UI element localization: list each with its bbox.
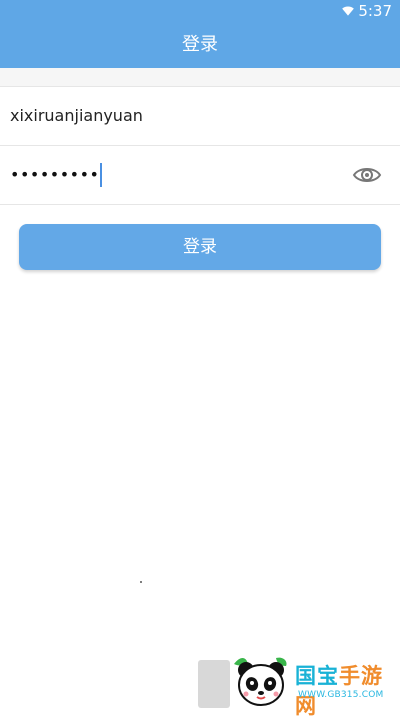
decorative-dot bbox=[140, 581, 142, 583]
watermark: 国宝手游网 WWW.GB315.COM bbox=[198, 654, 400, 718]
panda-logo-icon bbox=[234, 657, 287, 706]
app-bar: 登录 bbox=[0, 22, 400, 68]
top-divider bbox=[0, 68, 400, 87]
watermark-site: WWW.GB315.COM bbox=[298, 690, 384, 700]
page-title: 登录 bbox=[182, 34, 218, 55]
password-field[interactable]: ••••••••• bbox=[0, 146, 400, 205]
wifi-icon bbox=[342, 6, 354, 16]
status-bar: 5:37 bbox=[0, 0, 400, 22]
password-input[interactable]: ••••••••• bbox=[10, 146, 103, 204]
watermark-brand-part1: 国宝 bbox=[295, 664, 339, 688]
username-field[interactable]: xixiruanjianyuan bbox=[0, 87, 400, 146]
gray-thumbnail bbox=[198, 660, 230, 708]
login-button[interactable]: 登录 bbox=[19, 224, 381, 270]
username-input[interactable]: xixiruanjianyuan bbox=[10, 87, 143, 145]
status-time: 5:37 bbox=[358, 2, 392, 20]
eye-icon[interactable] bbox=[352, 160, 382, 190]
password-dots: ••••••••• bbox=[10, 165, 100, 184]
text-caret bbox=[100, 162, 103, 187]
